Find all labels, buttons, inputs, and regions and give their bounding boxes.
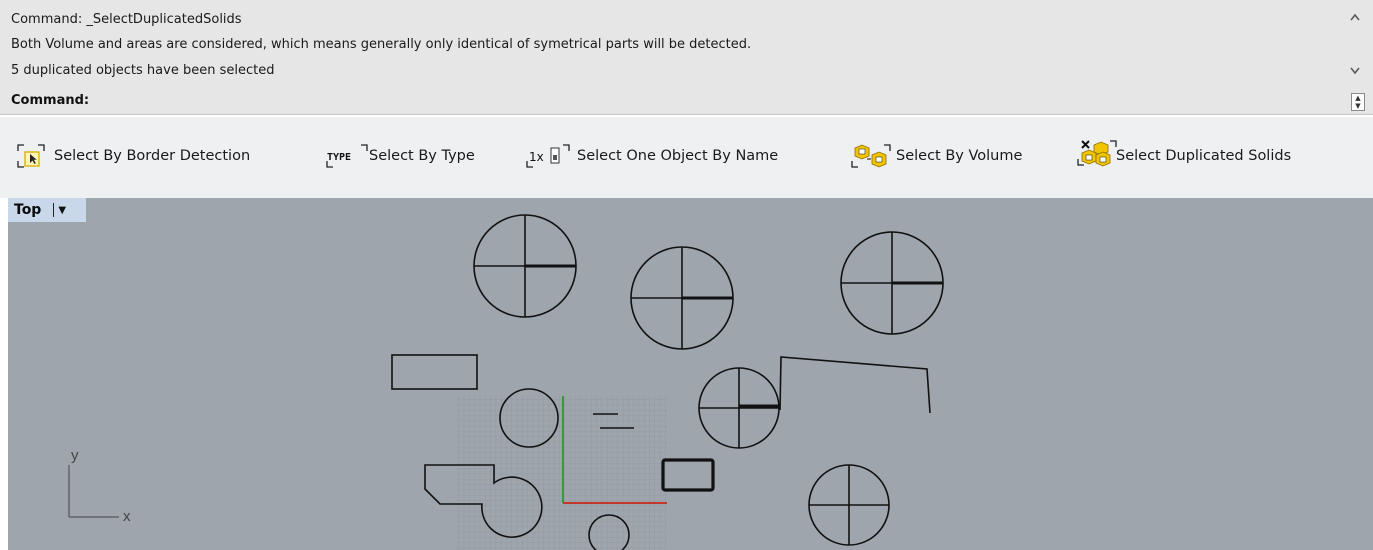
axis-x-label: x (123, 508, 131, 525)
circle-object[interactable] (808, 464, 890, 546)
command-history: Command: _SelectDuplicatedSolids Both Vo… (0, 0, 1373, 89)
type-icon: TYPE (325, 143, 369, 169)
axis-y-label: y (71, 447, 79, 464)
select-by-type-button[interactable]: TYPE Select By Type (325, 143, 475, 169)
command-line[interactable]: Command: ▲ ▼ (0, 88, 1373, 115)
toolbar: Select By Border Detection TYPE Select B… (0, 117, 1373, 198)
viewport-title: Top (14, 202, 42, 218)
tool-label: Select One Object By Name (577, 148, 779, 164)
svg-text:TYPE: TYPE (327, 152, 351, 163)
select-by-border-detection-button[interactable]: Select By Border Detection (16, 143, 250, 169)
select-one-object-by-name-button[interactable]: 1x Select One Object By Name (525, 143, 778, 169)
history-line: 5 duplicated objects have been selected (11, 63, 275, 78)
spin-up-icon[interactable]: ▲ (1352, 94, 1364, 102)
selected-rectangle-object[interactable] (661, 458, 715, 492)
dropdown-arrow-icon[interactable]: ▼ (58, 205, 66, 216)
history-line: Both Volume and areas are considered, wh… (11, 37, 752, 52)
tool-label: Select By Border Detection (54, 148, 251, 164)
polyline-object[interactable] (779, 356, 931, 414)
world-axes-icon (68, 465, 119, 518)
top-viewport[interactable]: y x Top ▼ (8, 198, 1373, 550)
circle-object[interactable] (630, 246, 734, 350)
command-prompt-label: Command: (11, 93, 90, 108)
circle-object[interactable] (473, 214, 577, 318)
viewport-tab-divider (53, 203, 55, 217)
circle-object[interactable] (840, 231, 944, 335)
tool-label: Select By Volume (896, 148, 1023, 164)
scroll-down-button[interactable] (1347, 64, 1363, 78)
spin-down-icon[interactable]: ▼ (1352, 102, 1364, 110)
viewport-canvas[interactable]: y x (8, 198, 1373, 550)
chevron-up-icon (1350, 13, 1360, 21)
chevron-down-icon (1350, 67, 1360, 75)
tool-label: Select Duplicated Solids (1116, 148, 1292, 164)
history-spinner[interactable]: ▲ ▼ (1351, 93, 1365, 111)
svg-text:1x: 1x (529, 150, 544, 164)
duplicated-solids-icon (1076, 140, 1120, 169)
rectangle-object[interactable] (391, 354, 478, 390)
select-by-volume-button[interactable]: Select By Volume (850, 143, 1022, 169)
tool-label: Select By Type (369, 148, 475, 164)
select-duplicated-solids-button[interactable]: Select Duplicated Solids (1076, 140, 1292, 169)
circle-object[interactable] (698, 367, 780, 449)
viewport-title-tab[interactable]: Top ▼ (8, 198, 86, 222)
scroll-up-button[interactable] (1347, 10, 1363, 24)
border-detection-icon (16, 143, 48, 169)
name-icon: 1x (525, 143, 571, 169)
volume-icon (850, 143, 892, 169)
history-line: Command: _SelectDuplicatedSolids (11, 12, 242, 27)
